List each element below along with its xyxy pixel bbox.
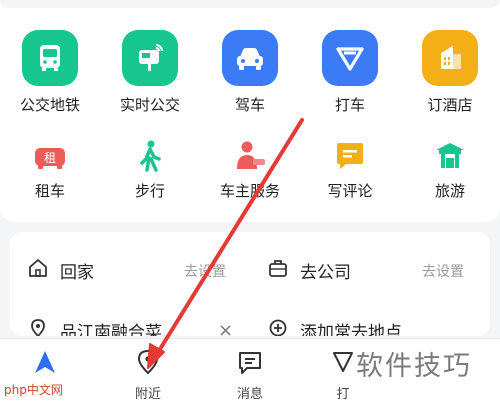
service-realtime-bus[interactable]: 实时公交 bbox=[100, 30, 200, 115]
nav-nearby[interactable]: 附近 bbox=[103, 339, 193, 404]
service-drive[interactable]: 驾车 bbox=[200, 30, 300, 115]
service-taxi[interactable]: 打车 bbox=[300, 30, 400, 115]
service-walk[interactable]: 步行 bbox=[100, 138, 200, 201]
briefcase-icon bbox=[268, 258, 288, 282]
top-edge bbox=[0, 0, 500, 8]
location-pin-icon bbox=[136, 349, 160, 379]
service-label: 车主服务 bbox=[219, 182, 280, 200]
company-shortcut[interactable]: 去公司 bbox=[268, 250, 351, 290]
bus-icon bbox=[22, 30, 78, 86]
hotel-icon bbox=[422, 30, 478, 86]
remove-recent-button[interactable]: × bbox=[218, 320, 233, 336]
nav-label: 附近 bbox=[134, 387, 161, 402]
company-set-link[interactable]: 去设置 bbox=[422, 261, 464, 281]
service-hotel[interactable]: 订酒店 bbox=[400, 30, 500, 115]
recent-place-label: 品江南融合菜… bbox=[60, 322, 179, 337]
service-car-owner[interactable]: 车主服务 bbox=[200, 138, 300, 201]
home-shortcut[interactable]: 回家 bbox=[28, 250, 94, 290]
watermark: 软件技巧 bbox=[356, 351, 472, 382]
service-label: 写评论 bbox=[327, 182, 373, 200]
message-icon bbox=[237, 349, 263, 379]
location-pin-icon bbox=[28, 318, 48, 336]
service-label: 公交地铁 bbox=[19, 96, 80, 114]
travel-icon bbox=[432, 138, 468, 174]
service-label: 旅游 bbox=[434, 182, 465, 200]
service-label: 驾车 bbox=[234, 96, 265, 114]
rent-car-icon: 租 bbox=[32, 138, 68, 174]
address-row-2: 品江南融合菜… × 添加常去地点 bbox=[10, 310, 490, 336]
taxi-icon bbox=[322, 30, 378, 86]
service-label: 订酒店 bbox=[427, 96, 473, 114]
home-label: 回家 bbox=[60, 262, 94, 283]
nav-label: 消息 bbox=[236, 387, 263, 402]
comment-icon bbox=[332, 138, 368, 174]
add-place[interactable]: 添加常去地点 bbox=[268, 310, 402, 336]
address-card: 回家 去设置 去公司 去设置 品江南融合菜… × 添加常去地点 bbox=[10, 232, 490, 336]
walk-icon bbox=[132, 138, 168, 174]
car-icon bbox=[222, 30, 278, 86]
company-label: 去公司 bbox=[300, 262, 351, 283]
services-row-1: 公交地铁 实时公交 驾车 打车 订酒店 bbox=[0, 30, 500, 115]
service-write-review[interactable]: 写评论 bbox=[300, 138, 400, 201]
service-bus-subway[interactable]: 公交地铁 bbox=[0, 30, 100, 115]
site-mark: php中文网 bbox=[4, 383, 63, 397]
taxi-tab-icon bbox=[330, 349, 356, 379]
service-label: 租车 bbox=[34, 182, 65, 200]
add-place-icon bbox=[268, 318, 288, 336]
service-rent-car[interactable]: 租 租车 bbox=[0, 138, 100, 201]
add-place-label: 添加常去地点 bbox=[300, 322, 402, 337]
service-label: 打车 bbox=[334, 96, 365, 114]
rent-glyph: 租 bbox=[44, 151, 56, 165]
nav-label: 打 bbox=[336, 387, 350, 402]
navigation-icon bbox=[32, 349, 58, 379]
home-icon bbox=[28, 258, 48, 282]
home-set-link[interactable]: 去设置 bbox=[184, 261, 226, 281]
car-owner-icon bbox=[232, 138, 268, 174]
nav-messages[interactable]: 消息 bbox=[205, 339, 295, 404]
services-row-2: 租 租车 步行 车主服务 写评论 旅游 bbox=[0, 138, 500, 201]
service-travel[interactable]: 旅游 bbox=[400, 138, 500, 201]
address-row-1: 回家 去设置 去公司 去设置 bbox=[10, 250, 490, 290]
service-label: 步行 bbox=[134, 182, 165, 200]
bus-stop-icon bbox=[122, 30, 178, 86]
service-label: 实时公交 bbox=[119, 96, 180, 114]
recent-place[interactable]: 品江南融合菜… bbox=[28, 310, 179, 336]
